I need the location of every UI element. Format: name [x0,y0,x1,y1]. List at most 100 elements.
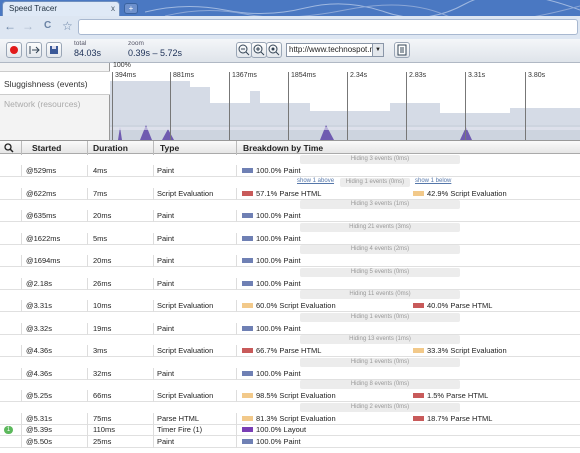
search-icon[interactable] [4,143,14,153]
cell-started: @5.31s [26,413,52,423]
hidden-events-label[interactable]: Hiding 8 events (0ms) [300,380,460,389]
table-row[interactable]: @635ms 20ms Paint 100.0% Paint [0,210,580,222]
hidden-events-label[interactable]: Hiding 4 events (2ms) [300,245,460,254]
hidden-events-label[interactable]: Hiding 11 events (0ms) [300,290,460,299]
table-row[interactable]: @4.36s 32ms Paint 100.0% Paint [0,367,580,380]
breakdown-label: 100.0% Paint [256,278,301,288]
zoom-fit-button[interactable] [266,42,282,58]
breakdown-primary: 100.0% Paint [242,368,301,379]
table-row[interactable]: @2.18s 26ms Paint 100.0% Paint [0,277,580,290]
breakdown-label: 66.7% Parse HTML [256,346,322,355]
cell-started: @529ms [26,166,57,175]
breakdown-color-swatch [242,190,253,196]
header-started[interactable]: Started [32,143,61,153]
table-row[interactable]: @5.25s 66ms Script Evaluation 98.5% Script … [0,390,580,402]
header-breakdown[interactable]: Breakdown by Time [243,143,323,153]
hidden-events-label[interactable]: Hiding 5 events (0ms) [300,267,460,277]
hidden-events-label[interactable]: Hiding 3 events (0ms) [300,155,460,164]
column-separator [153,322,154,335]
column-separator [236,412,237,425]
breakdown-color-swatch [242,258,253,263]
hidden-events-label[interactable]: Hiding 1 events (0ms) [340,177,410,187]
table-row[interactable]: @622ms 7ms Script Evaluation 57.1% Parse HT… [0,187,580,200]
show-below-link[interactable]: show 1 below [415,178,451,184]
hidden-events-label[interactable]: Hiding 1 events (0ms) [300,312,460,322]
hidden-events-bar[interactable]: Hiding 4 events (2ms) [0,244,580,255]
table-row[interactable]: @1622ms 5ms Paint 100.0% Paint [0,232,580,245]
breakdown-label: 57.1% Parse HTML [256,188,322,198]
breakdown-primary: 100.0% Paint [242,210,301,221]
back-icon[interactable]: ← [4,19,16,33]
breakdown-color-swatch [413,415,424,421]
hidden-events-bar[interactable]: Hiding 13 events (1ms) [0,334,580,345]
axis-tick: 3.80s [525,72,545,141]
forward-icon[interactable]: → [22,19,34,33]
breakdown-label: 100.0% Paint [256,166,301,175]
hidden-events-label[interactable]: Hiding 21 events (3ms) [300,222,460,232]
axis-tick: 2.34s [347,72,367,141]
column-separator [21,345,22,357]
total-value: 84.03s [74,48,102,58]
new-tab-button[interactable]: + [124,3,138,14]
hidden-events-bar[interactable]: Hiding 11 events (0ms) [0,289,580,300]
tab-close-icon[interactable]: x [111,4,115,13]
hidden-events-bar[interactable]: Hiding 8 events (0ms) [0,379,580,390]
hidden-events-bar[interactable]: Hiding 5 events (0ms) [0,267,580,278]
cell-duration: 20ms [93,211,112,220]
hidden-events-label[interactable]: Hiding 2 events (0ms) [300,402,460,412]
tab-speed-tracer[interactable]: Speed Tracer x [2,1,120,16]
table-row[interactable]: @4.36s 3ms Script Evaluation 66.7% Parse HT… [0,345,580,357]
table-row[interactable]: @529ms 4ms Paint 100.0% Paint [0,165,580,177]
hidden-events-bar[interactable]: Hiding 2 events (0ms) [0,402,580,413]
table-row[interactable]: 1 @5.39s 110ms Timer Fire (1) 100.0% Layout [0,424,580,436]
table-row[interactable]: @5.31s 75ms Parse HTML 81.3% Script Evaluat… [0,412,580,425]
table-row[interactable]: @1694ms 20ms Paint 100.0% Paint [0,255,580,267]
header-duration[interactable]: Duration [93,143,128,153]
hidden-events-bar[interactable]: Hiding 3 events (1ms) [0,199,580,210]
notes-button[interactable] [394,42,410,58]
cell-started: @3.31s [26,301,52,310]
breakdown-primary: 100.0% Paint [242,436,301,447]
header-type[interactable]: Type [160,143,179,153]
lane-network[interactable]: Network (resources) [4,99,81,109]
table-row[interactable]: @5.50s 25ms Paint 100.0% Paint [0,435,580,448]
breakdown-primary: 100.0% Paint [242,323,301,334]
zoom-label: zoom [128,40,144,47]
address-bar[interactable] [78,19,578,35]
breakdown-secondary: 33.3% Script Evaluation [413,345,507,356]
zoom-fit-icon [268,44,280,56]
hidden-events-bar[interactable]: Hiding 1 events (0ms) [0,312,580,323]
breakdown-label: 100.0% Paint [256,233,301,243]
hidden-events-bar[interactable]: Hiding 1 events (0ms) show 1 above show 1 … [0,177,580,188]
axis-tick: 2.83s [406,72,426,141]
hidden-events-label[interactable]: Hiding 3 events (1ms) [300,200,460,209]
breakdown-label: 100.0% Paint [256,211,301,220]
cell-type: Paint [157,368,175,378]
cell-started: @3.32s [26,323,52,333]
event-badge: 1 [4,426,13,434]
hidden-events-bar[interactable]: Hiding 3 events (0ms) [0,154,580,165]
column-separator [236,345,237,357]
reload-icon[interactable]: C [44,19,51,33]
url-select[interactable]: http://www.technospot.ne ▼ [286,43,384,57]
hidden-events-label[interactable]: Hiding 13 events (1ms) [300,335,460,344]
table-row[interactable]: @3.31s 10ms Script Evaluation 60.0% Script … [0,300,580,312]
cell-duration: 66ms [93,391,112,400]
cell-started: @4.36s [26,368,52,378]
show-above-link[interactable]: show 1 above [297,178,334,184]
star-icon[interactable]: ☆ [62,19,73,33]
breakdown-color-swatch [242,348,253,353]
zoom-out-button[interactable] [236,42,252,58]
breakdown-label: 40.0% Parse HTML [427,301,493,310]
clear-button[interactable] [26,42,42,58]
hidden-events-label[interactable]: Hiding 1 events (0ms) [300,357,460,367]
hidden-events-bar[interactable]: Hiding 1 events (0ms) [0,357,580,368]
cell-type: Paint [157,256,175,265]
hidden-events-bar[interactable]: Hiding 21 events (3ms) [0,222,580,233]
table-row[interactable]: @3.32s 19ms Paint 100.0% Paint [0,322,580,335]
lane-sluggishness[interactable]: Sluggishness (events) [0,71,110,95]
zoom-in-button[interactable] [251,42,267,58]
breakdown-color-swatch [242,280,253,286]
save-button[interactable] [46,42,62,58]
record-button[interactable] [6,42,22,58]
